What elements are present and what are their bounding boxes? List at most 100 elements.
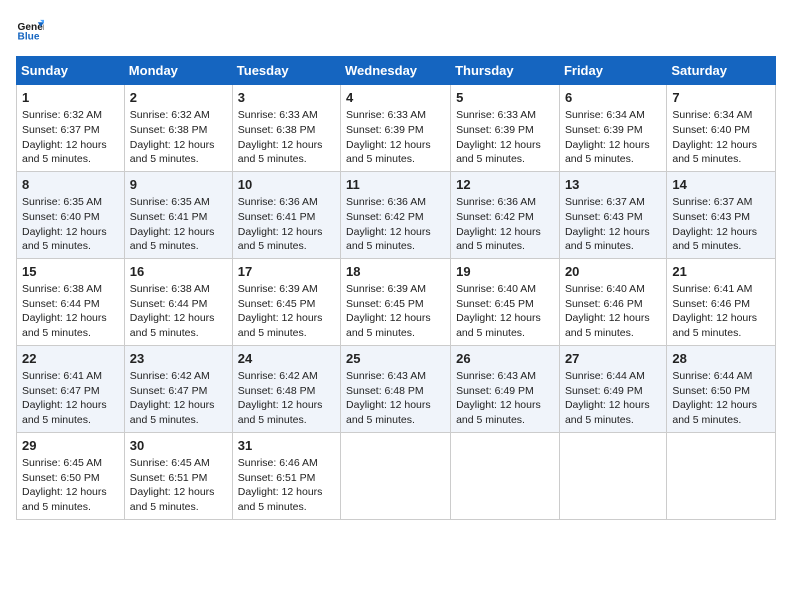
day-info: Sunrise: 6:40 AMSunset: 6:45 PMDaylight:… bbox=[456, 282, 554, 341]
day-info: Sunrise: 6:32 AMSunset: 6:38 PMDaylight:… bbox=[130, 108, 227, 167]
day-number: 20 bbox=[565, 263, 661, 281]
calendar-week-row: 29Sunrise: 6:45 AMSunset: 6:50 PMDayligh… bbox=[17, 432, 776, 519]
weekday-header-cell: Wednesday bbox=[341, 57, 451, 85]
day-number: 27 bbox=[565, 350, 661, 368]
calendar-day-cell bbox=[341, 432, 451, 519]
weekday-header-cell: Thursday bbox=[451, 57, 560, 85]
day-number: 1 bbox=[22, 89, 119, 107]
day-info: Sunrise: 6:44 AMSunset: 6:50 PMDaylight:… bbox=[672, 369, 770, 428]
day-info: Sunrise: 6:37 AMSunset: 6:43 PMDaylight:… bbox=[672, 195, 770, 254]
calendar-day-cell: 14Sunrise: 6:37 AMSunset: 6:43 PMDayligh… bbox=[667, 171, 776, 258]
day-number: 19 bbox=[456, 263, 554, 281]
day-info: Sunrise: 6:46 AMSunset: 6:51 PMDaylight:… bbox=[238, 456, 335, 515]
day-number: 11 bbox=[346, 176, 445, 194]
calendar-day-cell: 18Sunrise: 6:39 AMSunset: 6:45 PMDayligh… bbox=[341, 258, 451, 345]
svg-text:Blue: Blue bbox=[18, 31, 40, 42]
calendar-day-cell: 28Sunrise: 6:44 AMSunset: 6:50 PMDayligh… bbox=[667, 345, 776, 432]
calendar-day-cell bbox=[451, 432, 560, 519]
day-number: 13 bbox=[565, 176, 661, 194]
day-number: 18 bbox=[346, 263, 445, 281]
day-info: Sunrise: 6:42 AMSunset: 6:47 PMDaylight:… bbox=[130, 369, 227, 428]
day-number: 3 bbox=[238, 89, 335, 107]
day-number: 22 bbox=[22, 350, 119, 368]
day-info: Sunrise: 6:36 AMSunset: 6:42 PMDaylight:… bbox=[456, 195, 554, 254]
day-number: 15 bbox=[22, 263, 119, 281]
day-number: 12 bbox=[456, 176, 554, 194]
day-info: Sunrise: 6:43 AMSunset: 6:49 PMDaylight:… bbox=[456, 369, 554, 428]
calendar-day-cell: 20Sunrise: 6:40 AMSunset: 6:46 PMDayligh… bbox=[559, 258, 666, 345]
day-info: Sunrise: 6:41 AMSunset: 6:47 PMDaylight:… bbox=[22, 369, 119, 428]
calendar-week-row: 22Sunrise: 6:41 AMSunset: 6:47 PMDayligh… bbox=[17, 345, 776, 432]
calendar-day-cell: 17Sunrise: 6:39 AMSunset: 6:45 PMDayligh… bbox=[232, 258, 340, 345]
day-info: Sunrise: 6:34 AMSunset: 6:40 PMDaylight:… bbox=[672, 108, 770, 167]
calendar-day-cell: 31Sunrise: 6:46 AMSunset: 6:51 PMDayligh… bbox=[232, 432, 340, 519]
calendar-day-cell: 10Sunrise: 6:36 AMSunset: 6:41 PMDayligh… bbox=[232, 171, 340, 258]
header: General Blue bbox=[16, 16, 776, 44]
calendar-day-cell: 11Sunrise: 6:36 AMSunset: 6:42 PMDayligh… bbox=[341, 171, 451, 258]
day-number: 4 bbox=[346, 89, 445, 107]
calendar-week-row: 15Sunrise: 6:38 AMSunset: 6:44 PMDayligh… bbox=[17, 258, 776, 345]
weekday-header-cell: Tuesday bbox=[232, 57, 340, 85]
calendar-day-cell: 2Sunrise: 6:32 AMSunset: 6:38 PMDaylight… bbox=[124, 85, 232, 172]
calendar-day-cell: 21Sunrise: 6:41 AMSunset: 6:46 PMDayligh… bbox=[667, 258, 776, 345]
calendar-day-cell: 4Sunrise: 6:33 AMSunset: 6:39 PMDaylight… bbox=[341, 85, 451, 172]
calendar-day-cell: 24Sunrise: 6:42 AMSunset: 6:48 PMDayligh… bbox=[232, 345, 340, 432]
day-info: Sunrise: 6:34 AMSunset: 6:39 PMDaylight:… bbox=[565, 108, 661, 167]
day-number: 24 bbox=[238, 350, 335, 368]
day-info: Sunrise: 6:36 AMSunset: 6:42 PMDaylight:… bbox=[346, 195, 445, 254]
day-number: 5 bbox=[456, 89, 554, 107]
day-number: 17 bbox=[238, 263, 335, 281]
day-number: 10 bbox=[238, 176, 335, 194]
day-info: Sunrise: 6:35 AMSunset: 6:40 PMDaylight:… bbox=[22, 195, 119, 254]
day-info: Sunrise: 6:39 AMSunset: 6:45 PMDaylight:… bbox=[238, 282, 335, 341]
day-info: Sunrise: 6:33 AMSunset: 6:38 PMDaylight:… bbox=[238, 108, 335, 167]
day-info: Sunrise: 6:38 AMSunset: 6:44 PMDaylight:… bbox=[22, 282, 119, 341]
weekday-header-cell: Saturday bbox=[667, 57, 776, 85]
day-info: Sunrise: 6:35 AMSunset: 6:41 PMDaylight:… bbox=[130, 195, 227, 254]
calendar-day-cell: 6Sunrise: 6:34 AMSunset: 6:39 PMDaylight… bbox=[559, 85, 666, 172]
calendar-day-cell: 30Sunrise: 6:45 AMSunset: 6:51 PMDayligh… bbox=[124, 432, 232, 519]
calendar-day-cell: 22Sunrise: 6:41 AMSunset: 6:47 PMDayligh… bbox=[17, 345, 125, 432]
calendar-body: 1Sunrise: 6:32 AMSunset: 6:37 PMDaylight… bbox=[17, 85, 776, 520]
calendar-day-cell: 16Sunrise: 6:38 AMSunset: 6:44 PMDayligh… bbox=[124, 258, 232, 345]
logo: General Blue bbox=[16, 16, 50, 44]
logo-icon: General Blue bbox=[16, 16, 44, 44]
day-info: Sunrise: 6:41 AMSunset: 6:46 PMDaylight:… bbox=[672, 282, 770, 341]
calendar-day-cell: 12Sunrise: 6:36 AMSunset: 6:42 PMDayligh… bbox=[451, 171, 560, 258]
calendar-day-cell bbox=[559, 432, 666, 519]
day-number: 25 bbox=[346, 350, 445, 368]
day-number: 31 bbox=[238, 437, 335, 455]
calendar-day-cell: 23Sunrise: 6:42 AMSunset: 6:47 PMDayligh… bbox=[124, 345, 232, 432]
calendar-day-cell: 19Sunrise: 6:40 AMSunset: 6:45 PMDayligh… bbox=[451, 258, 560, 345]
day-number: 26 bbox=[456, 350, 554, 368]
calendar-day-cell bbox=[667, 432, 776, 519]
day-info: Sunrise: 6:32 AMSunset: 6:37 PMDaylight:… bbox=[22, 108, 119, 167]
day-info: Sunrise: 6:38 AMSunset: 6:44 PMDaylight:… bbox=[130, 282, 227, 341]
day-info: Sunrise: 6:45 AMSunset: 6:51 PMDaylight:… bbox=[130, 456, 227, 515]
calendar-day-cell: 9Sunrise: 6:35 AMSunset: 6:41 PMDaylight… bbox=[124, 171, 232, 258]
day-number: 16 bbox=[130, 263, 227, 281]
day-info: Sunrise: 6:40 AMSunset: 6:46 PMDaylight:… bbox=[565, 282, 661, 341]
calendar-day-cell: 25Sunrise: 6:43 AMSunset: 6:48 PMDayligh… bbox=[341, 345, 451, 432]
calendar-day-cell: 26Sunrise: 6:43 AMSunset: 6:49 PMDayligh… bbox=[451, 345, 560, 432]
day-info: Sunrise: 6:37 AMSunset: 6:43 PMDaylight:… bbox=[565, 195, 661, 254]
calendar-day-cell: 7Sunrise: 6:34 AMSunset: 6:40 PMDaylight… bbox=[667, 85, 776, 172]
day-number: 6 bbox=[565, 89, 661, 107]
day-number: 9 bbox=[130, 176, 227, 194]
day-info: Sunrise: 6:42 AMSunset: 6:48 PMDaylight:… bbox=[238, 369, 335, 428]
day-info: Sunrise: 6:44 AMSunset: 6:49 PMDaylight:… bbox=[565, 369, 661, 428]
day-number: 21 bbox=[672, 263, 770, 281]
day-info: Sunrise: 6:45 AMSunset: 6:50 PMDaylight:… bbox=[22, 456, 119, 515]
day-number: 30 bbox=[130, 437, 227, 455]
calendar-week-row: 8Sunrise: 6:35 AMSunset: 6:40 PMDaylight… bbox=[17, 171, 776, 258]
day-number: 29 bbox=[22, 437, 119, 455]
calendar-table: SundayMondayTuesdayWednesdayThursdayFrid… bbox=[16, 56, 776, 520]
weekday-header-cell: Monday bbox=[124, 57, 232, 85]
day-info: Sunrise: 6:43 AMSunset: 6:48 PMDaylight:… bbox=[346, 369, 445, 428]
calendar-day-cell: 13Sunrise: 6:37 AMSunset: 6:43 PMDayligh… bbox=[559, 171, 666, 258]
calendar-day-cell: 1Sunrise: 6:32 AMSunset: 6:37 PMDaylight… bbox=[17, 85, 125, 172]
calendar-week-row: 1Sunrise: 6:32 AMSunset: 6:37 PMDaylight… bbox=[17, 85, 776, 172]
calendar-day-cell: 29Sunrise: 6:45 AMSunset: 6:50 PMDayligh… bbox=[17, 432, 125, 519]
calendar-day-cell: 15Sunrise: 6:38 AMSunset: 6:44 PMDayligh… bbox=[17, 258, 125, 345]
calendar-day-cell: 8Sunrise: 6:35 AMSunset: 6:40 PMDaylight… bbox=[17, 171, 125, 258]
